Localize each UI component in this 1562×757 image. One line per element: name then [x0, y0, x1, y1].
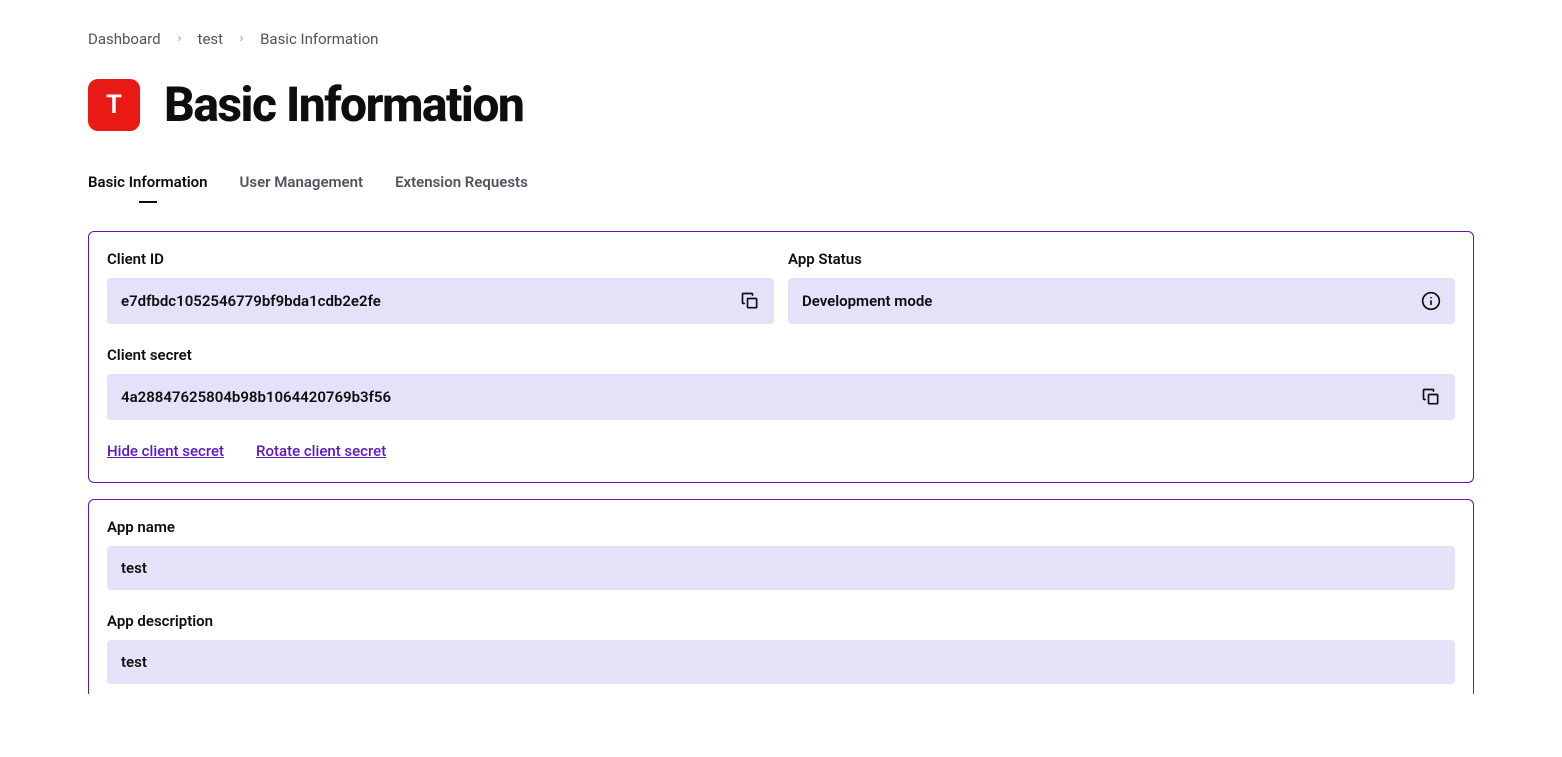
client-secret-box: 4a28847625804b98b1064420769b3f56	[107, 374, 1455, 420]
chevron-right-icon	[237, 32, 246, 47]
hide-client-secret-link[interactable]: Hide client secret	[107, 442, 224, 460]
app-icon: T	[88, 79, 140, 131]
app-status-value: Development mode	[802, 292, 932, 310]
copy-icon	[1421, 387, 1441, 407]
breadcrumb: Dashboard test Basic Information	[88, 30, 1474, 48]
tab-extension-requests[interactable]: Extension Requests	[395, 173, 528, 203]
app-name-label: App name	[107, 518, 1455, 536]
copy-client-id-button[interactable]	[740, 291, 760, 311]
breadcrumb-app[interactable]: test	[198, 30, 224, 48]
copy-client-secret-button[interactable]	[1421, 387, 1441, 407]
client-id-value: e7dfbdc1052546779bf9bda1cdb2e2fe	[121, 292, 381, 310]
app-name-input[interactable]	[107, 546, 1455, 590]
app-description-label: App description	[107, 612, 1455, 630]
breadcrumb-current: Basic Information	[260, 30, 378, 48]
breadcrumb-dashboard[interactable]: Dashboard	[88, 30, 161, 48]
page-title: Basic Information	[164, 76, 523, 133]
credentials-panel: Client ID e7dfbdc1052546779bf9bda1cdb2e2…	[88, 231, 1474, 483]
client-id-label: Client ID	[107, 250, 774, 268]
copy-icon	[740, 291, 760, 311]
chevron-right-icon	[175, 32, 184, 47]
app-description-input[interactable]	[107, 640, 1455, 684]
client-secret-value: 4a28847625804b98b1064420769b3f56	[121, 388, 391, 406]
rotate-client-secret-link[interactable]: Rotate client secret	[256, 442, 386, 460]
app-status-info-button[interactable]	[1421, 291, 1441, 311]
page-header: T Basic Information	[88, 76, 1474, 133]
app-status-box: Development mode	[788, 278, 1455, 324]
tab-user-management[interactable]: User Management	[240, 173, 364, 203]
app-status-label: App Status	[788, 250, 1455, 268]
client-secret-label: Client secret	[107, 346, 1455, 364]
client-id-box: e7dfbdc1052546779bf9bda1cdb2e2fe	[107, 278, 774, 324]
info-icon	[1421, 291, 1441, 311]
tab-basic-information[interactable]: Basic Information	[88, 173, 208, 203]
tabs: Basic Information User Management Extens…	[88, 173, 1474, 203]
app-details-panel: App name App description	[88, 499, 1474, 694]
